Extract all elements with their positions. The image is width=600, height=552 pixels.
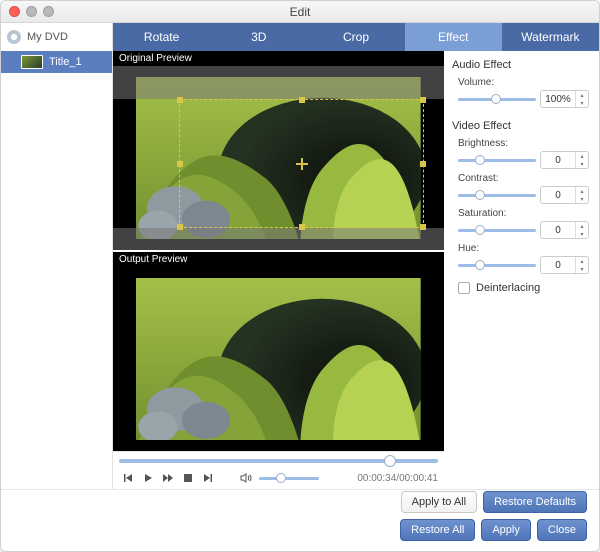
contrast-field: Contrast: 0 ▴▾: [458, 173, 589, 204]
tab-watermark[interactable]: Watermark: [502, 23, 599, 51]
tab-rotate[interactable]: Rotate: [113, 23, 210, 51]
fast-forward-button[interactable]: [159, 469, 177, 487]
volume-value: 100%: [541, 94, 575, 105]
saturation-label: Saturation:: [458, 208, 589, 219]
contrast-value-box[interactable]: 0 ▴▾: [540, 186, 589, 204]
window-title: Edit: [290, 5, 311, 19]
effects-panel: Audio Effect Volume: 100% ▴▾ Video Effec…: [444, 51, 599, 489]
minimize-window-icon[interactable]: [26, 6, 37, 17]
disc-icon: [7, 30, 21, 44]
header-row: My DVD Rotate 3D Crop Effect Watermark: [1, 23, 599, 51]
restore-defaults-button[interactable]: Restore Defaults: [483, 491, 587, 513]
tab-3d[interactable]: 3D: [210, 23, 307, 51]
brightness-field: Brightness: 0 ▴▾: [458, 138, 589, 169]
current-time: 00:00:34: [357, 473, 396, 484]
contrast-slider[interactable]: [458, 194, 536, 197]
output-scene: [136, 278, 421, 440]
preview-column: Original Preview: [113, 51, 444, 489]
progress-slider[interactable]: [119, 456, 438, 466]
hue-slider[interactable]: [458, 264, 536, 267]
playback-controls: 00:00:34/00:00:41: [113, 451, 444, 489]
speaker-icon[interactable]: [237, 469, 255, 487]
original-preview: [113, 66, 444, 250]
scene-art: [136, 77, 421, 239]
brightness-value: 0: [541, 155, 575, 166]
saturation-value-box[interactable]: 0 ▴▾: [540, 221, 589, 239]
edit-window: Edit My DVD Rotate 3D Crop Effect Waterm…: [0, 0, 600, 552]
apply-button[interactable]: Apply: [481, 519, 531, 541]
body: Title_1 Original Preview: [1, 51, 599, 489]
original-preview-label: Original Preview: [113, 51, 444, 66]
crop-handle-mr[interactable]: [420, 161, 426, 167]
volume-value-box[interactable]: 100% ▴▾: [540, 90, 589, 108]
apply-to-all-button[interactable]: Apply to All: [401, 491, 477, 513]
brightness-value-box[interactable]: 0 ▴▾: [540, 151, 589, 169]
footer: Apply to All Restore Defaults Restore Al…: [1, 489, 599, 551]
original-scene: [136, 77, 421, 239]
stop-button[interactable]: [179, 469, 197, 487]
close-window-icon[interactable]: [9, 6, 20, 17]
scene-art-out: [136, 278, 421, 440]
contrast-value: 0: [541, 190, 575, 201]
progress-knob[interactable]: [384, 455, 396, 467]
sidebar-root-label: My DVD: [27, 31, 68, 43]
saturation-field: Saturation: 0 ▴▾: [458, 208, 589, 239]
play-button[interactable]: [139, 469, 157, 487]
sidebar-item-label: Title_1: [49, 56, 82, 68]
main: Original Preview: [113, 51, 599, 489]
hue-step-down[interactable]: ▾: [576, 265, 588, 273]
deinterlacing-label: Deinterlacing: [476, 282, 540, 294]
crop-dim-top: [113, 66, 444, 99]
hue-value-box[interactable]: 0 ▴▾: [540, 256, 589, 274]
volume-knob[interactable]: [276, 473, 286, 483]
next-button[interactable]: [199, 469, 217, 487]
brightness-label: Brightness:: [458, 138, 589, 149]
time-display: 00:00:34/00:00:41: [357, 473, 438, 484]
volume-step-up[interactable]: ▴: [576, 91, 588, 99]
sidebar-root[interactable]: My DVD: [1, 23, 113, 51]
saturation-slider[interactable]: [458, 229, 536, 232]
output-preview-label: Output Preview: [113, 252, 444, 267]
crop-dim-bottom: [113, 228, 444, 250]
tab-effect[interactable]: Effect: [405, 23, 502, 51]
volume-step-down[interactable]: ▾: [576, 99, 588, 107]
volume-effect-slider[interactable]: [458, 98, 536, 101]
hue-step-up[interactable]: ▴: [576, 257, 588, 265]
tab-crop[interactable]: Crop: [307, 23, 404, 51]
close-button[interactable]: Close: [537, 519, 587, 541]
saturation-step-down[interactable]: ▾: [576, 230, 588, 238]
titlebar: Edit: [1, 1, 599, 23]
volume-label: Volume:: [458, 77, 589, 88]
total-time: 00:00:41: [399, 473, 438, 484]
hue-value: 0: [541, 260, 575, 271]
audio-effect-heading: Audio Effect: [452, 59, 589, 71]
tab-bar: Rotate 3D Crop Effect Watermark: [113, 23, 599, 51]
hue-label: Hue:: [458, 243, 589, 254]
output-preview: [113, 267, 444, 451]
contrast-step-down[interactable]: ▾: [576, 195, 588, 203]
zoom-window-icon[interactable]: [43, 6, 54, 17]
video-effect-heading: Video Effect: [452, 120, 589, 132]
deinterlacing-row[interactable]: Deinterlacing: [458, 282, 589, 294]
brightness-slider[interactable]: [458, 159, 536, 162]
prev-button[interactable]: [119, 469, 137, 487]
volume-slider[interactable]: [259, 477, 319, 480]
saturation-value: 0: [541, 225, 575, 236]
deinterlacing-checkbox[interactable]: [458, 282, 470, 294]
restore-all-button[interactable]: Restore All: [400, 519, 475, 541]
title-thumbnail: [21, 55, 43, 69]
sidebar: Title_1: [1, 51, 113, 489]
window-controls: [9, 6, 54, 17]
brightness-step-up[interactable]: ▴: [576, 152, 588, 160]
volume-control: [237, 469, 319, 487]
sidebar-item-title-1[interactable]: Title_1: [1, 51, 112, 73]
contrast-step-up[interactable]: ▴: [576, 187, 588, 195]
hue-field: Hue: 0 ▴▾: [458, 243, 589, 274]
brightness-step-down[interactable]: ▾: [576, 160, 588, 168]
saturation-step-up[interactable]: ▴: [576, 222, 588, 230]
contrast-label: Contrast:: [458, 173, 589, 184]
volume-field: Volume: 100% ▴▾: [458, 77, 589, 108]
